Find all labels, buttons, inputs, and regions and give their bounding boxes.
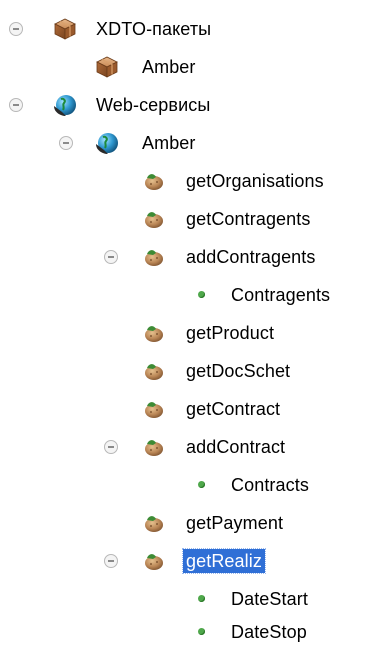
tree-node-xdto-package-amber[interactable]: Amber — [0, 48, 373, 86]
collapse-minus-icon[interactable] — [104, 250, 118, 264]
tree-node-label: DateStop — [231, 622, 307, 642]
operation-icon — [145, 402, 163, 418]
collapse-minus-icon[interactable] — [104, 440, 118, 454]
tree-node-web-services[interactable]: Web-сервисы — [0, 86, 373, 124]
tree-node-label: getRealiz — [182, 548, 266, 574]
collapse-minus-icon[interactable] — [9, 98, 23, 112]
parameter-bullet-icon — [198, 628, 205, 635]
collapse-minus-icon[interactable] — [59, 136, 73, 150]
web-service-icon — [96, 133, 118, 154]
tree-node-parameter[interactable]: Contragents — [0, 276, 373, 314]
tree-node-label: Amber — [142, 57, 196, 77]
tree-node-label: Contracts — [231, 475, 309, 495]
operation-icon — [145, 212, 163, 228]
parameter-bullet-icon — [198, 291, 205, 298]
tree-node-label: getContract — [186, 399, 281, 419]
operation-icon — [145, 174, 163, 190]
parameter-bullet-icon — [198, 595, 205, 602]
operation-icon — [145, 364, 163, 380]
collapse-minus-icon[interactable] — [9, 22, 23, 36]
tree-node-xdto-packages[interactable]: XDTO-пакеты — [0, 10, 373, 48]
tree-node-label: addContract — [186, 437, 286, 457]
tree-node-parameter[interactable]: DateStop — [0, 613, 373, 649]
tree-node-label: DateStart — [231, 589, 308, 609]
tree-node-operation[interactable]: getDocSchet — [0, 352, 373, 390]
operation-icon — [145, 440, 163, 456]
package-icon — [96, 56, 118, 78]
operation-icon — [145, 326, 163, 342]
metadata-tree: XDTO-пакеты Amber Web-сервисы Amber getO… — [0, 0, 373, 650]
tree-node-operation[interactable]: getContragents — [0, 200, 373, 238]
collapse-minus-icon[interactable] — [104, 554, 118, 568]
tree-node-label: getPayment — [186, 513, 284, 533]
tree-node-label: getContragents — [186, 209, 311, 229]
parameter-bullet-icon — [198, 481, 205, 488]
tree-node-operation-selected[interactable]: getRealiz — [0, 542, 373, 580]
tree-node-label: getProduct — [186, 323, 275, 343]
web-service-icon — [54, 95, 76, 116]
tree-node-operation[interactable]: getOrganisations — [0, 162, 373, 200]
operation-icon — [145, 250, 163, 266]
tree-node-operation[interactable]: getProduct — [0, 314, 373, 352]
tree-node-operation[interactable]: getPayment — [0, 504, 373, 542]
operation-icon — [145, 516, 163, 532]
tree-node-operation[interactable]: getContract — [0, 390, 373, 428]
operation-icon — [145, 554, 163, 570]
tree-node-label: Contragents — [231, 285, 331, 305]
tree-node-label: getOrganisations — [186, 171, 324, 191]
tree-node-operation[interactable]: addContragents — [0, 238, 373, 276]
tree-node-web-service-amber[interactable]: Amber — [0, 124, 373, 162]
tree-node-operation[interactable]: addContract — [0, 428, 373, 466]
tree-node-label: getDocSchet — [186, 361, 291, 381]
tree-node-parameter[interactable]: Contracts — [0, 466, 373, 504]
package-icon — [54, 18, 76, 40]
tree-node-label: Web-сервисы — [96, 95, 211, 115]
tree-node-label: addContragents — [186, 247, 316, 267]
tree-node-label: XDTO-пакеты — [96, 19, 212, 39]
tree-node-label: Amber — [142, 133, 196, 153]
